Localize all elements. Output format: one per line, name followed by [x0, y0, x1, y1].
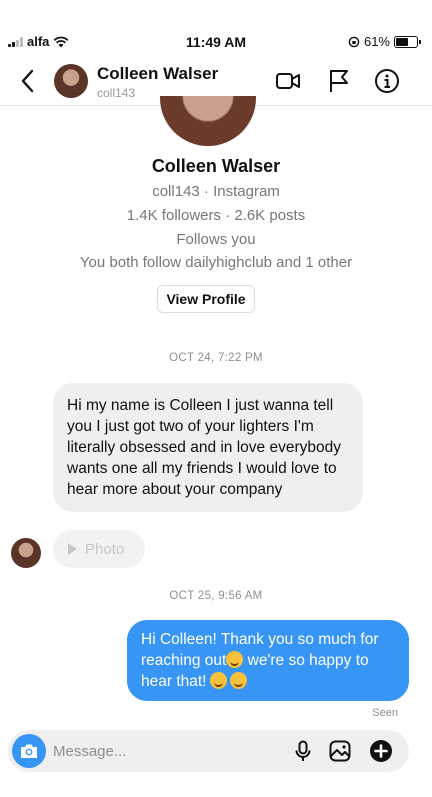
sender-avatar[interactable]: [11, 538, 41, 568]
avatar[interactable]: [54, 64, 88, 98]
message-input[interactable]: [53, 738, 253, 764]
profile-name: Colleen Walser: [151, 156, 281, 176]
seen-receipt: Seen: [372, 707, 398, 719]
profile-stats: 1.4K followers · 2.6K posts: [126, 207, 306, 224]
photo-label: Photo: [85, 540, 125, 558]
starstruck-emoji-icon: [209, 672, 227, 689]
battery-percent: 61%: [363, 34, 390, 49]
profile-subtitle: coll143 · Instagram: [152, 183, 280, 200]
profile-picture[interactable]: [160, 96, 256, 146]
play-icon: [68, 543, 77, 555]
video-call-icon[interactable]: [275, 68, 301, 94]
outgoing-message-bubble[interactable]: Hi Colleen! Thank you so much for reachi…: [127, 620, 409, 701]
photo-message[interactable]: Photo: [53, 530, 145, 568]
incoming-message-bubble[interactable]: Hi my name is Colleen I just wanna tell …: [53, 383, 363, 512]
battery-icon: [394, 35, 421, 48]
mutual-follow-label: You both follow dailyhighclub and 1 othe…: [79, 254, 353, 271]
status-bar: alfa 11:49 AM 61%: [0, 0, 432, 50]
camera-button[interactable]: [12, 734, 46, 768]
follows-you-label: Follows you: [176, 231, 256, 248]
view-profile-button[interactable]: View Profile: [157, 285, 255, 313]
camera-icon: [21, 744, 37, 758]
contact-username: coll143: [97, 86, 136, 100]
timestamp: OCT 25, 9:56 AM: [169, 590, 263, 602]
smiling-emoji-icon: [226, 651, 244, 668]
contact-name[interactable]: Colleen Walser: [97, 64, 218, 84]
gallery-icon[interactable]: [328, 739, 352, 763]
back-chevron-icon[interactable]: [16, 66, 40, 96]
flag-icon[interactable]: [326, 68, 352, 94]
message-composer: [8, 730, 409, 772]
add-icon[interactable]: [369, 739, 393, 763]
battery-indicator: 61%: [348, 34, 421, 49]
timestamp: OCT 24, 7:22 PM: [169, 352, 263, 364]
orientation-lock-icon: [348, 36, 360, 47]
info-icon[interactable]: [374, 68, 400, 94]
starstruck-emoji-icon: [229, 672, 247, 689]
microphone-icon[interactable]: [291, 739, 315, 763]
